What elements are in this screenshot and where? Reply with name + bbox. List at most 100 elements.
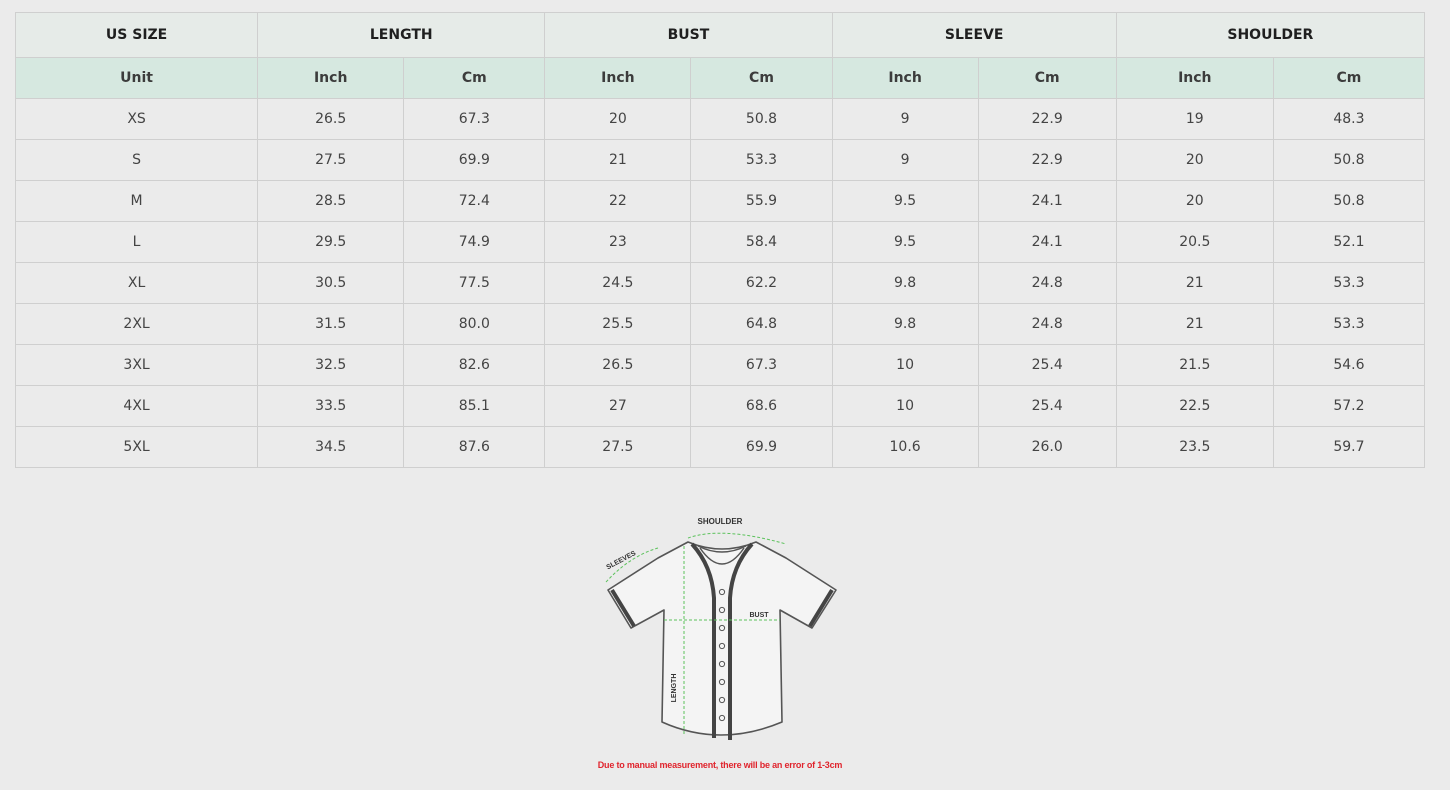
cell-shoulder-cm: 57.2 [1272,385,1426,427]
cell-shoulder-inch: 20 [1115,139,1274,181]
cell-size: 3XL [14,344,259,386]
cell-sleeve-inch: 9.5 [831,180,979,222]
cell-shoulder-inch: 22.5 [1115,385,1274,427]
group-header-row: US SIZE LENGTH BUST SLEEVE SHOULDER [14,12,1426,58]
cell-sleeve-cm: 25.4 [977,385,1117,427]
unit-header-length-inch: Inch [257,57,405,99]
cell-bust-inch: 26.5 [544,344,692,386]
cell-length-inch: 28.5 [257,180,405,222]
cell-sleeve-inch: 9 [831,139,979,181]
bust-label: BUST [749,612,769,619]
cell-bust-cm: 50.8 [690,98,833,140]
table-row: XL 30.5 77.5 24.5 62.2 9.8 24.8 21 53.3 [14,262,1426,304]
cell-sleeve-inch: 10 [831,344,979,386]
cell-length-cm: 69.9 [403,139,546,181]
shoulder-label: SHOULDER [698,517,743,526]
unit-header-unit: Unit [14,57,259,99]
cell-bust-inch: 23 [544,221,692,263]
unit-header-row: Unit Inch Cm Inch Cm Inch Cm Inch Cm [14,57,1426,99]
table-row: 4XL 33.5 85.1 27 68.6 10 25.4 22.5 57.2 [14,385,1426,427]
cell-bust-cm: 53.3 [690,139,833,181]
table-row: 3XL 32.5 82.6 26.5 67.3 10 25.4 21.5 54.… [14,344,1426,386]
cell-shoulder-inch: 20 [1115,180,1274,222]
cell-bust-inch: 22 [544,180,692,222]
cell-sleeve-cm: 24.1 [977,180,1117,222]
cell-shoulder-cm: 54.6 [1272,344,1426,386]
cell-length-cm: 80.0 [403,303,546,345]
cell-size: 5XL [14,426,259,468]
table-row: 5XL 34.5 87.6 27.5 69.9 10.6 26.0 23.5 5… [14,426,1426,468]
cell-length-cm: 67.3 [403,98,546,140]
cell-size: XS [14,98,259,140]
cell-length-cm: 74.9 [403,221,546,263]
cell-bust-inch: 25.5 [544,303,692,345]
cell-shoulder-inch: 21 [1115,303,1274,345]
cell-bust-inch: 27.5 [544,426,692,468]
cell-length-cm: 85.1 [403,385,546,427]
cell-bust-inch: 27 [544,385,692,427]
cell-shoulder-cm: 52.1 [1272,221,1426,263]
cell-sleeve-cm: 26.0 [977,426,1117,468]
cell-sleeve-inch: 9 [831,98,979,140]
cell-length-inch: 32.5 [257,344,405,386]
cell-shoulder-inch: 19 [1115,98,1274,140]
cell-sleeve-cm: 22.9 [977,98,1117,140]
table-row: L 29.5 74.9 23 58.4 9.5 24.1 20.5 52.1 [14,221,1426,263]
unit-header-length-cm: Cm [403,57,546,99]
header-sleeve: SLEEVE [831,12,1117,58]
cell-sleeve-cm: 24.8 [977,262,1117,304]
cell-sleeve-inch: 9.8 [831,303,979,345]
cell-length-inch: 31.5 [257,303,405,345]
cell-bust-inch: 24.5 [544,262,692,304]
header-length: LENGTH [257,12,546,58]
cell-sleeve-inch: 9.5 [831,221,979,263]
cell-sleeve-inch: 9.8 [831,262,979,304]
header-us-size: US SIZE [14,12,259,58]
cell-length-cm: 82.6 [403,344,546,386]
cell-size: XL [14,262,259,304]
size-chart-table: US SIZE LENGTH BUST SLEEVE SHOULDER Unit… [14,12,1426,468]
cell-bust-cm: 69.9 [690,426,833,468]
cell-length-inch: 33.5 [257,385,405,427]
unit-header-bust-inch: Inch [544,57,692,99]
cell-length-inch: 29.5 [257,221,405,263]
cell-length-inch: 30.5 [257,262,405,304]
cell-shoulder-cm: 50.8 [1272,139,1426,181]
cell-sleeve-cm: 24.8 [977,303,1117,345]
cell-sleeve-cm: 25.4 [977,344,1117,386]
cell-sleeve-cm: 24.1 [977,221,1117,263]
table-row: M 28.5 72.4 22 55.9 9.5 24.1 20 50.8 [14,180,1426,222]
cell-length-cm: 77.5 [403,262,546,304]
cell-bust-inch: 21 [544,139,692,181]
cell-shoulder-inch: 20.5 [1115,221,1274,263]
cell-bust-cm: 58.4 [690,221,833,263]
cell-sleeve-cm: 22.9 [977,139,1117,181]
measurement-note: Due to manual measurement, there will be… [597,760,843,770]
cell-length-inch: 26.5 [257,98,405,140]
table-row: XS 26.5 67.3 20 50.8 9 22.9 19 48.3 [14,98,1426,140]
cell-bust-cm: 68.6 [690,385,833,427]
cell-shoulder-inch: 23.5 [1115,426,1274,468]
cell-bust-cm: 62.2 [690,262,833,304]
cell-shoulder-cm: 48.3 [1272,98,1426,140]
table-row: 2XL 31.5 80.0 25.5 64.8 9.8 24.8 21 53.3 [14,303,1426,345]
cell-bust-cm: 67.3 [690,344,833,386]
cell-size: 2XL [14,303,259,345]
unit-header-shoulder-cm: Cm [1272,57,1426,99]
header-shoulder: SHOULDER [1115,12,1426,58]
jersey-measurement-diagram: SHOULDER SLEEVES BUST LENGTH [605,517,837,740]
cell-size: 4XL [14,385,259,427]
cell-sleeve-inch: 10.6 [831,426,979,468]
unit-header-shoulder-inch: Inch [1115,57,1274,99]
header-bust: BUST [544,12,833,58]
cell-bust-cm: 64.8 [690,303,833,345]
cell-bust-inch: 20 [544,98,692,140]
sleeves-label: SLEEVES [605,550,637,571]
cell-shoulder-inch: 21.5 [1115,344,1274,386]
cell-length-inch: 27.5 [257,139,405,181]
cell-length-inch: 34.5 [257,426,405,468]
cell-length-cm: 87.6 [403,426,546,468]
cell-sleeve-inch: 10 [831,385,979,427]
cell-bust-cm: 55.9 [690,180,833,222]
length-label: LENGTH [671,674,678,703]
